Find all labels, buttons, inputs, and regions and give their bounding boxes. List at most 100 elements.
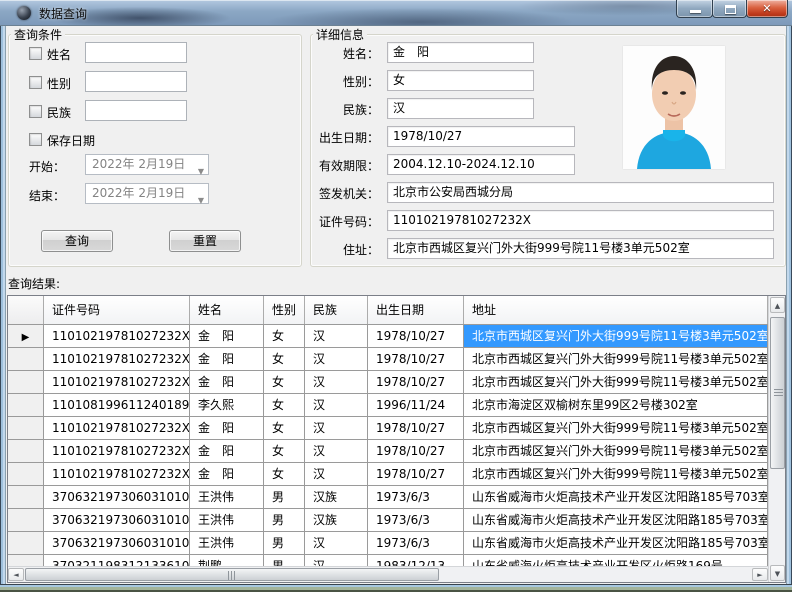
- cell-gender[interactable]: 女: [264, 440, 305, 463]
- table-row[interactable]: 11010219781027232X金 阳女汉1978/10/27北京市西城区复…: [8, 348, 768, 371]
- cell-birthdate[interactable]: 1983/12/13: [368, 555, 464, 566]
- cell-gender[interactable]: 女: [264, 371, 305, 394]
- row-selector-cell[interactable]: [8, 509, 44, 532]
- table-row[interactable]: 370632197306031010王洪伟男汉1973/6/3山东省威海市火炬高…: [8, 532, 768, 555]
- row-selector-cell[interactable]: [8, 394, 44, 417]
- header-address[interactable]: 地址: [464, 296, 768, 324]
- cell-ethnicity[interactable]: 汉族: [305, 486, 368, 509]
- cell-id[interactable]: 11010219781027232X: [44, 463, 190, 486]
- cell-birthdate[interactable]: 1978/10/27: [368, 440, 464, 463]
- cell-address[interactable]: 山东省威海市火炬高技术产业开发区沈阳路185号703室: [464, 486, 768, 509]
- scroll-left-icon[interactable]: ◄: [8, 568, 24, 581]
- table-row[interactable]: 370632197306031010王洪伟男汉族1973/6/3山东省威海市火炬…: [8, 486, 768, 509]
- cell-gender[interactable]: 女: [264, 348, 305, 371]
- cell-name[interactable]: 金 阳: [190, 463, 264, 486]
- end-date-picker[interactable]: 2022年 2月19日 ▼: [85, 183, 209, 204]
- row-selector-cell[interactable]: [8, 532, 44, 555]
- cell-gender[interactable]: 男: [264, 509, 305, 532]
- horizontal-scrollbar[interactable]: ◄ ►: [8, 566, 768, 582]
- cell-ethnicity[interactable]: 汉: [305, 463, 368, 486]
- titlebar[interactable]: 数据查询 ✕: [0, 0, 792, 26]
- row-selector-cell[interactable]: ▶: [8, 325, 44, 348]
- cell-id[interactable]: 370632197306031010: [44, 486, 190, 509]
- cell-name[interactable]: 王洪伟: [190, 486, 264, 509]
- row-selector-cell[interactable]: [8, 417, 44, 440]
- save-date-checkbox[interactable]: [29, 133, 42, 146]
- start-date-picker[interactable]: 2022年 2月19日 ▼: [85, 154, 209, 175]
- table-row[interactable]: 110108199611240189李久熙女汉1996/11/24北京市海淀区双…: [8, 394, 768, 417]
- table-row[interactable]: 11010219781027232X金 阳女汉1978/10/27北京市西城区复…: [8, 463, 768, 486]
- cell-gender[interactable]: 女: [264, 417, 305, 440]
- row-selector-cell[interactable]: [8, 555, 44, 566]
- cell-name[interactable]: 王洪伟: [190, 532, 264, 555]
- row-selector-cell[interactable]: [8, 486, 44, 509]
- cell-address[interactable]: 山东省威海市火炬高技术产业开发区沈阳路185号703室: [464, 532, 768, 555]
- cell-id[interactable]: 370632197306031010: [44, 509, 190, 532]
- cell-birthdate[interactable]: 1973/6/3: [368, 509, 464, 532]
- close-button[interactable]: ✕: [746, 0, 788, 18]
- table-row[interactable]: 11010219781027232X金 阳女汉1978/10/27北京市西城区复…: [8, 440, 768, 463]
- cell-name[interactable]: 金 阳: [190, 348, 264, 371]
- name-checkbox[interactable]: [29, 47, 42, 60]
- vertical-scrollbar[interactable]: ▲ ▼: [768, 296, 785, 582]
- cell-gender[interactable]: 女: [264, 325, 305, 348]
- ethnicity-input[interactable]: [85, 100, 187, 121]
- name-input[interactable]: [85, 42, 187, 63]
- cell-id[interactable]: 11010219781027232X: [44, 348, 190, 371]
- cell-birthdate[interactable]: 1978/10/27: [368, 325, 464, 348]
- maximize-button[interactable]: [712, 0, 747, 18]
- table-row[interactable]: 370632197306031010王洪伟男汉族1973/6/3山东省威海市火炬…: [8, 509, 768, 532]
- row-selector-cell[interactable]: [8, 463, 44, 486]
- cell-gender[interactable]: 男: [264, 486, 305, 509]
- scroll-down-icon[interactable]: ▼: [770, 565, 785, 581]
- header-ethnicity[interactable]: 民族: [305, 296, 368, 324]
- cell-id[interactable]: 11010219781027232X: [44, 440, 190, 463]
- row-selector-cell[interactable]: [8, 371, 44, 394]
- chevron-down-icon[interactable]: ▼: [198, 162, 204, 181]
- cell-birthdate[interactable]: 1978/10/27: [368, 463, 464, 486]
- header-idnumber[interactable]: 证件号码: [44, 296, 190, 324]
- header-gender[interactable]: 性别: [264, 296, 305, 324]
- cell-id[interactable]: 370321198312133610: [44, 555, 190, 566]
- cell-id[interactable]: 11010219781027232X: [44, 325, 190, 348]
- cell-address[interactable]: 山东省威海市火炬高技术产业开发区沈阳路185号703室: [464, 509, 768, 532]
- table-row[interactable]: 370321198312133610荆鹏男汉1983/12/13山东省威海火炬高…: [8, 555, 768, 566]
- cell-ethnicity[interactable]: 汉族: [305, 509, 368, 532]
- cell-name[interactable]: 李久熙: [190, 394, 264, 417]
- cell-ethnicity[interactable]: 汉: [305, 348, 368, 371]
- table-row[interactable]: 11010219781027232X金 阳女汉1978/10/27北京市西城区复…: [8, 371, 768, 394]
- cell-gender[interactable]: 女: [264, 463, 305, 486]
- cell-address[interactable]: 北京市西城区复兴门外大街999号院11号楼3单元502室: [464, 325, 768, 348]
- scroll-up-icon[interactable]: ▲: [770, 297, 785, 313]
- cell-gender[interactable]: 男: [264, 555, 305, 566]
- cell-ethnicity[interactable]: 汉: [305, 532, 368, 555]
- cell-ethnicity[interactable]: 汉: [305, 371, 368, 394]
- vertical-scrollbar-thumb[interactable]: [770, 317, 785, 469]
- cell-name[interactable]: 金 阳: [190, 440, 264, 463]
- minimize-button[interactable]: [676, 0, 713, 18]
- chevron-down-icon[interactable]: ▼: [198, 191, 204, 210]
- cell-id[interactable]: 110108199611240189: [44, 394, 190, 417]
- cell-birthdate[interactable]: 1973/6/3: [368, 486, 464, 509]
- cell-address[interactable]: 北京市西城区复兴门外大街999号院11号楼3单元502室: [464, 463, 768, 486]
- cell-birthdate[interactable]: 1978/10/27: [368, 371, 464, 394]
- row-selector-cell[interactable]: [8, 440, 44, 463]
- cell-name[interactable]: 金 阳: [190, 371, 264, 394]
- cell-birthdate[interactable]: 1996/11/24: [368, 394, 464, 417]
- reset-button[interactable]: 重置: [169, 230, 241, 252]
- cell-address[interactable]: 北京市西城区复兴门外大街999号院11号楼3单元502室: [464, 348, 768, 371]
- cell-id[interactable]: 370632197306031010: [44, 532, 190, 555]
- cell-name[interactable]: 荆鹏: [190, 555, 264, 566]
- cell-address[interactable]: 山东省威海火炬高技术产业开发区火炬路169号: [464, 555, 768, 566]
- cell-birthdate[interactable]: 1973/6/3: [368, 532, 464, 555]
- cell-id[interactable]: 11010219781027232X: [44, 371, 190, 394]
- cell-address[interactable]: 北京市西城区复兴门外大街999号院11号楼3单元502室: [464, 371, 768, 394]
- gender-checkbox[interactable]: [29, 76, 42, 89]
- cell-birthdate[interactable]: 1978/10/27: [368, 348, 464, 371]
- cell-id[interactable]: 11010219781027232X: [44, 417, 190, 440]
- cell-gender[interactable]: 女: [264, 394, 305, 417]
- horizontal-scrollbar-thumb[interactable]: [25, 568, 439, 581]
- cell-address[interactable]: 北京市西城区复兴门外大街999号院11号楼3单元502室: [464, 417, 768, 440]
- header-birthdate[interactable]: 出生日期: [368, 296, 464, 324]
- cell-name[interactable]: 金 阳: [190, 417, 264, 440]
